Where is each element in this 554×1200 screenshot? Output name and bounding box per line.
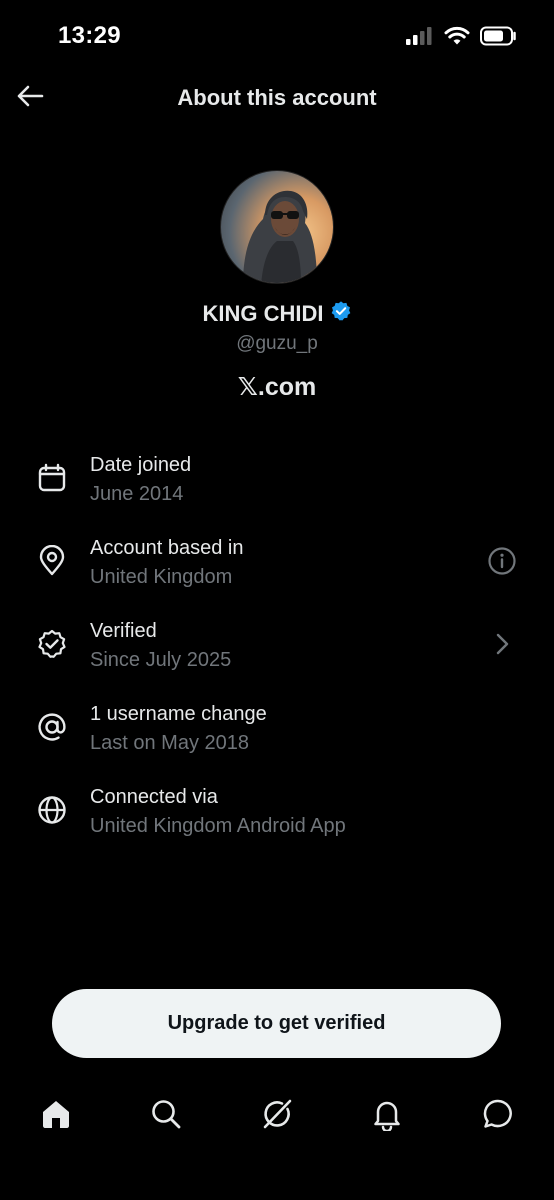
avatar[interactable] (220, 170, 334, 284)
nav-grok[interactable] (257, 1096, 297, 1136)
globe-icon (36, 794, 68, 826)
verified-badge-icon[interactable] (330, 300, 352, 327)
info-title: Date joined (90, 454, 192, 476)
info-subtitle: June 2014 (90, 483, 184, 505)
status-time: 13:29 (58, 22, 121, 49)
info-row-username-changes: 1 username change Last on May 2018 (0, 699, 554, 782)
cellular-signal-icon (406, 27, 434, 50)
page-title: About this account (177, 85, 377, 110)
home-icon (39, 1097, 73, 1136)
account-info-list: Date joined June 2014 Account based in U… (0, 450, 554, 865)
info-title: Connected via (90, 786, 218, 808)
wifi-icon (444, 26, 470, 51)
grok-icon (260, 1097, 294, 1136)
nav-messages[interactable] (478, 1096, 518, 1136)
info-icon[interactable] (486, 545, 518, 577)
nav-notifications[interactable] (367, 1096, 407, 1136)
display-name: KING CHIDI (202, 300, 324, 326)
info-row-verified[interactable]: Verified Since July 2025 (0, 616, 554, 699)
status-bar: 13:29 (0, 0, 554, 72)
chevron-right-icon[interactable] (486, 628, 518, 660)
messages-icon (481, 1097, 515, 1136)
battery-icon (480, 26, 518, 51)
header: About this account (0, 76, 554, 122)
status-icons (406, 26, 518, 51)
verified-seal-icon (36, 628, 68, 660)
about-account-screen: 13:29 About this account KING CHIDI @guz… (0, 0, 554, 1200)
name-row: KING CHIDI (0, 300, 554, 327)
info-subtitle: United Kingdom (90, 566, 233, 588)
info-subtitle: Last on May 2018 (90, 732, 249, 754)
info-subtitle: United Kingdom Android App (90, 815, 346, 837)
nav-search[interactable] (146, 1096, 186, 1136)
info-title: Verified (90, 620, 157, 642)
info-subtitle: Since July 2025 (90, 649, 232, 671)
info-row-date-joined: Date joined June 2014 (0, 450, 554, 533)
notifications-bell-icon (370, 1097, 404, 1136)
info-row-based-in: Account based in United Kingdom (0, 533, 554, 616)
nav-home[interactable] (36, 1096, 76, 1136)
calendar-icon (36, 462, 68, 494)
info-title: 1 username change (90, 703, 267, 725)
info-row-connected-via: Connected via United Kingdom Android App (0, 782, 554, 865)
info-title: Account based in (90, 537, 244, 559)
platform-label: 𝕏.com (237, 373, 317, 401)
upgrade-verified-button[interactable]: Upgrade to get verified (52, 989, 501, 1058)
bottom-navigation (0, 1086, 554, 1146)
handle: @guzu_p (236, 333, 318, 354)
at-sign-icon (36, 711, 68, 743)
search-icon (149, 1097, 183, 1136)
location-pin-icon (36, 544, 68, 577)
